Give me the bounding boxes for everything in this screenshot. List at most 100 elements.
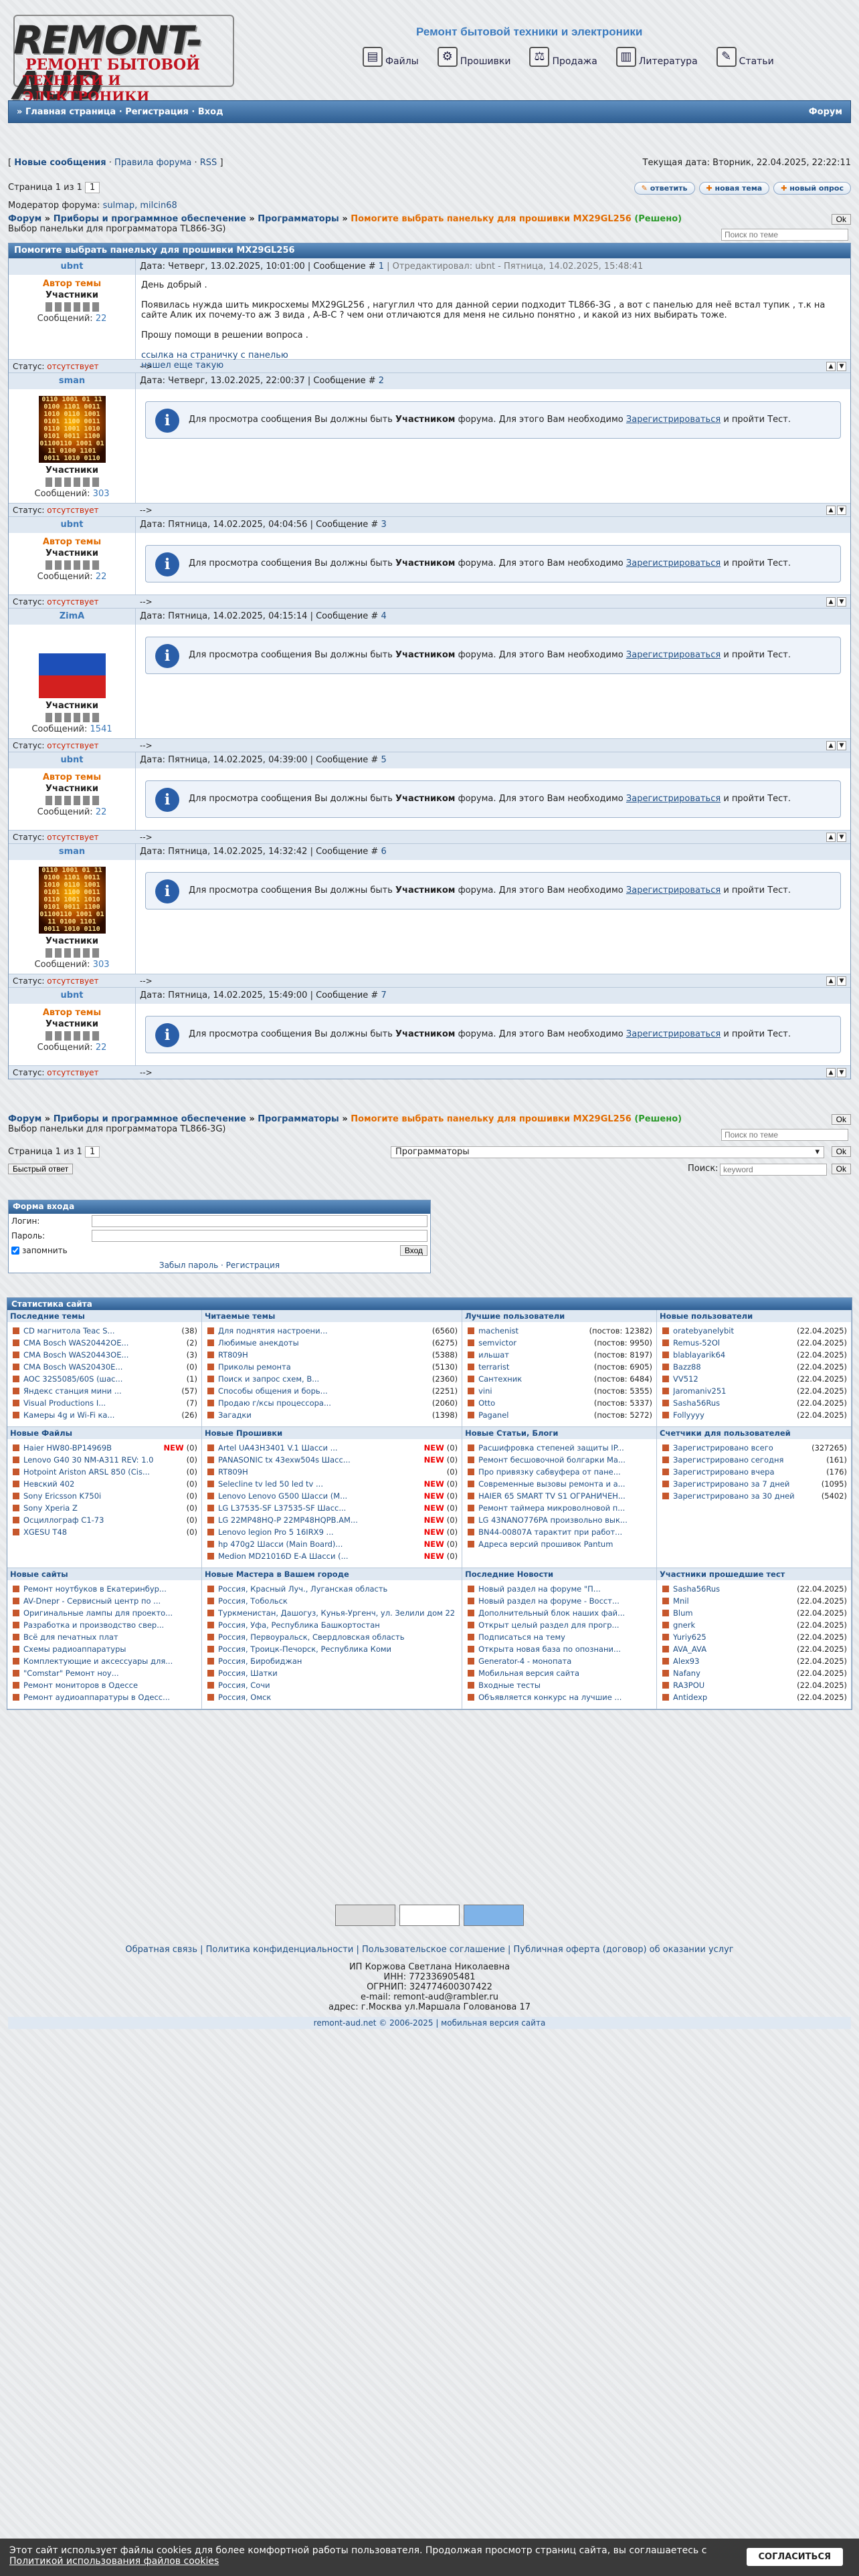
post-author[interactable]: ZimA (9, 609, 136, 625)
list-item[interactable]: Про привязку сабвуфера от пане... (468, 1466, 652, 1478)
list-item[interactable]: Подписаться на тему (468, 1631, 652, 1643)
list-item[interactable]: Россия, Красный Луч., Луганская область (207, 1583, 458, 1595)
arrow-up-icon[interactable]: ▲ (826, 505, 836, 515)
list-item[interactable]: RT809H (0) (207, 1466, 458, 1478)
list-item[interactable]: Дополнительный блок наших фай... (468, 1607, 652, 1619)
list-item[interactable]: Lenovo legion Pro 5 16IRX9 ... NEW (0) (207, 1526, 458, 1538)
site-badge[interactable] (399, 1905, 460, 1926)
post-number-link[interactable]: 5 (381, 755, 386, 765)
topnav-item[interactable]: ⚖ Продажа (529, 47, 597, 67)
list-item[interactable]: Зарегистрировано за 7 дней (1095) (662, 1478, 847, 1490)
search-ok-button[interactable]: Ok (831, 1164, 851, 1174)
list-item[interactable]: RT809H (5388) (207, 1349, 458, 1361)
list-item[interactable]: AOC 32S5085/60S (шас... (1) (13, 1373, 197, 1385)
arrow-down-icon[interactable]: ▼ (837, 740, 846, 750)
list-item[interactable]: blablayarik64 (22.04.2025) (662, 1349, 847, 1361)
list-item[interactable]: HAIER 65 SMART TV S1 ОГРАНИЧЕН... (468, 1490, 652, 1502)
post-author[interactable]: sman (9, 844, 136, 860)
crumb-forum[interactable]: Форум (8, 1114, 41, 1124)
list-item[interactable]: Sony Xperia Z (0) (13, 1502, 197, 1514)
list-item[interactable]: Ремонт мониторов в Одессе (13, 1679, 197, 1691)
list-item[interactable]: semvictor (постов: 9950) (468, 1337, 652, 1349)
list-item[interactable]: CD магнитола Teac S... (38) (13, 1325, 197, 1337)
list-item[interactable]: Ремонт ноутбуков в Екатеринбур... (13, 1583, 197, 1595)
list-item[interactable]: Antidexp (22.04.2025) (662, 1691, 847, 1703)
forum-jump-select[interactable]: Программаторы ▾ (391, 1146, 824, 1158)
nav-register[interactable]: Регистрация (125, 107, 189, 117)
login-button[interactable]: Вход (399, 1245, 427, 1256)
list-item[interactable]: PANASONIC tx 43exw504s Шасс... NEW (0) (207, 1454, 458, 1466)
register-link[interactable]: Зарегистрироваться (626, 794, 721, 804)
list-item[interactable]: CMA Bosch WAS20442OE... (2) (13, 1337, 197, 1349)
list-item[interactable]: Haier HW80-BP14969B NEW (0) (13, 1442, 197, 1454)
list-item[interactable]: Ремонт бесшовочной болгарки Ма... (468, 1454, 652, 1466)
counter-badge[interactable] (335, 1905, 395, 1926)
list-item[interactable]: Bazz88 (22.04.2025) (662, 1361, 847, 1373)
post-number-link[interactable]: 1 (379, 261, 384, 272)
page-number[interactable]: 1 (84, 1146, 100, 1158)
crumb-subforum[interactable]: Программаторы (258, 214, 339, 224)
arrow-down-icon[interactable]: ▼ (837, 597, 846, 607)
list-item[interactable]: Способы общения и борь... (2251) (207, 1385, 458, 1397)
new-topic-button[interactable]: ✚ новая тема (698, 182, 770, 195)
list-item[interactable]: Сантехник (постов: 6484) (468, 1373, 652, 1385)
list-item[interactable]: Новый раздел на форуме - Восст... (468, 1595, 652, 1607)
list-item[interactable]: Selecline tv led 50 led tv ... NEW (0) (207, 1478, 458, 1490)
reply-button[interactable]: ✎ ответить (634, 182, 695, 195)
arrow-up-icon[interactable]: ▲ (826, 976, 836, 986)
list-item[interactable]: VV512 (22.04.2025) (662, 1373, 847, 1385)
list-item[interactable]: Зарегистрировано за 30 дней (5402) (662, 1490, 847, 1502)
ok-button[interactable]: Ok (831, 214, 851, 225)
list-item[interactable]: RA3POU (22.04.2025) (662, 1679, 847, 1691)
list-item[interactable]: Туркменистан, Дашогуз, Кунья-Ургенч, ул.… (207, 1607, 458, 1619)
list-item[interactable]: BN44-00807A тарактит при работ... (468, 1526, 652, 1538)
list-item[interactable]: LG L37535-SF L37535-SF Шасс... NEW (0) (207, 1502, 458, 1514)
list-item[interactable]: Россия, Биробиджан (207, 1655, 458, 1667)
arrow-up-icon[interactable]: ▲ (826, 740, 836, 750)
list-item[interactable]: Paganel (постов: 5272) (468, 1409, 652, 1421)
list-item[interactable]: Visual Productions I... (7) (13, 1397, 197, 1409)
list-item[interactable]: Artel UA43H3401 V.1 Шасси ... NEW (0) (207, 1442, 458, 1454)
topic-search-input[interactable] (721, 229, 848, 241)
partner-badge[interactable] (464, 1905, 524, 1926)
rules-link[interactable]: Правила форума (114, 158, 191, 168)
topnav-item[interactable]: ⚙ Прошивки (437, 47, 510, 67)
list-item[interactable]: Схемы радиоаппаратуры (13, 1643, 197, 1655)
list-item[interactable]: Россия, Омск (207, 1691, 458, 1703)
list-item[interactable]: Generator-4 - монопата (468, 1655, 652, 1667)
list-item[interactable]: Россия, Тобольск (207, 1595, 458, 1607)
search-input[interactable] (720, 1164, 827, 1176)
moderator-links[interactable]: sulmap, milcin68 (103, 201, 177, 211)
quick-reply-button[interactable]: Быстрый ответ (8, 1164, 74, 1174)
list-item[interactable]: Follyyyy (22.04.2025) (662, 1409, 847, 1421)
list-item[interactable]: AV-Dnepr - Сервисный центр по ... (13, 1595, 197, 1607)
list-item[interactable]: Входные тесты (468, 1679, 652, 1691)
nav-login[interactable]: Вход (198, 107, 223, 117)
list-item[interactable]: Современные вызовы ремонта и а... (468, 1478, 652, 1490)
list-item[interactable]: Lenovo G40 30 NM-A311 REV: 1.0 (0) (13, 1454, 197, 1466)
list-item[interactable]: LG 43NANO776PA произвольно вык... (468, 1514, 652, 1526)
list-item[interactable]: Hotpoint Ariston ARSL 850 (Cis... (0) (13, 1466, 197, 1478)
nav-home[interactable]: Главная страница (25, 107, 116, 117)
list-item[interactable]: Россия, Троицк-Печорск, Республика Коми (207, 1643, 458, 1655)
post-author[interactable]: ubnt (9, 752, 136, 768)
list-item[interactable]: XGESU T48 (0) (13, 1526, 197, 1538)
list-item[interactable]: AVA_AVA (22.04.2025) (662, 1643, 847, 1655)
list-item[interactable]: Jaromaniv251 (22.04.2025) (662, 1385, 847, 1397)
register-link[interactable]: Зарегистрироваться (626, 1029, 721, 1039)
list-item[interactable]: hp 470g2 Шасси (Main Board)... NEW (0) (207, 1538, 458, 1550)
new-poll-button[interactable]: ✚ новый опрос (773, 182, 851, 195)
post-author[interactable]: ubnt (9, 988, 136, 1004)
list-item[interactable]: ильшат (постов: 8197) (468, 1349, 652, 1361)
register-link[interactable]: Зарегистрироваться (626, 415, 721, 425)
arrow-up-icon[interactable]: ▲ (826, 832, 836, 842)
list-item[interactable]: Новый раздел на форуме "П... (468, 1583, 652, 1595)
list-item[interactable]: Открыта новая база по опознани... (468, 1643, 652, 1655)
list-item[interactable]: Ремонт аудиоаппаратуры в Одесс... (13, 1691, 197, 1703)
topic-search-input[interactable] (721, 1129, 848, 1141)
login-input[interactable] (92, 1215, 427, 1227)
list-item[interactable]: Невский 402 (0) (13, 1478, 197, 1490)
list-item[interactable]: CMA Bosch WAS20430E... (0) (13, 1361, 197, 1373)
list-item[interactable]: Загадки (1398) (207, 1409, 458, 1421)
list-item[interactable]: CMA Bosch WAS20443OE... (3) (13, 1349, 197, 1361)
